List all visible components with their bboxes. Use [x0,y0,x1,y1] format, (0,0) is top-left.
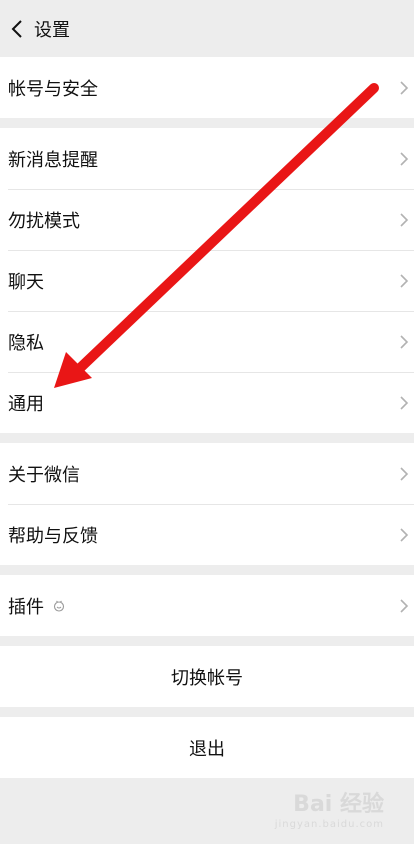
settings-item-help-feedback[interactable]: 帮助与反馈 [0,504,414,565]
switch-account-button[interactable]: 切换帐号 [0,646,414,707]
settings-group-general: 新消息提醒 勿扰模式 聊天 隐私 通用 [0,128,414,433]
back-button[interactable] [0,0,34,57]
group-gap [0,118,414,128]
settings-item-label: 帮助与反馈 [8,525,98,547]
settings-item-plugins[interactable]: 插件 [0,575,414,636]
settings-item-about-wechat[interactable]: 关于微信 [0,443,414,504]
chevron-right-icon [400,527,409,542]
settings-item-new-message-notifications[interactable]: 新消息提醒 [0,128,414,189]
settings-item-label-wrap: 插件 [8,593,398,619]
settings-group-about: 关于微信 帮助与反馈 [0,443,414,565]
settings-group-account: 帐号与安全 [0,57,414,118]
group-gap [0,636,414,646]
header-bar: 设置 [0,0,414,57]
settings-item-privacy[interactable]: 隐私 [0,311,414,372]
settings-item-label: 隐私 [8,332,44,354]
watermark-brand: Bai 经验 [293,792,384,817]
chevron-right-icon [400,151,409,166]
settings-item-account-security[interactable]: 帐号与安全 [0,57,414,118]
settings-item-label: 帐号与安全 [8,78,98,100]
chevron-right-icon [400,466,409,481]
settings-item-label: 插件 [8,596,44,618]
group-gap [0,565,414,575]
chevron-right-icon [400,80,409,95]
settings-item-do-not-disturb[interactable]: 勿扰模式 [0,189,414,250]
watermark-url: jingyan.baidu.com [274,819,384,830]
settings-group-plugins: 插件 [0,575,414,636]
watermark: Bai 经验 jingyan.baidu.com [275,794,384,830]
settings-item-label: 关于微信 [8,464,80,486]
chevron-right-icon [400,273,409,288]
logout-button[interactable]: 退出 [0,717,414,778]
chevron-right-icon [400,212,409,227]
settings-item-label: 通用 [8,393,44,415]
settings-item-general[interactable]: 通用 [0,372,414,433]
settings-item-chat[interactable]: 聊天 [0,250,414,311]
chevron-right-icon [400,598,409,613]
chevron-right-icon [400,395,409,410]
chevron-right-icon [400,334,409,349]
settings-item-label: 勿扰模式 [8,210,80,232]
group-gap [0,433,414,443]
page-title: 设置 [34,19,70,41]
settings-item-label: 聊天 [8,271,44,293]
group-gap [0,707,414,717]
settings-item-label: 新消息提醒 [8,149,98,171]
plugin-icon [53,600,65,612]
chevron-left-icon [11,19,22,38]
